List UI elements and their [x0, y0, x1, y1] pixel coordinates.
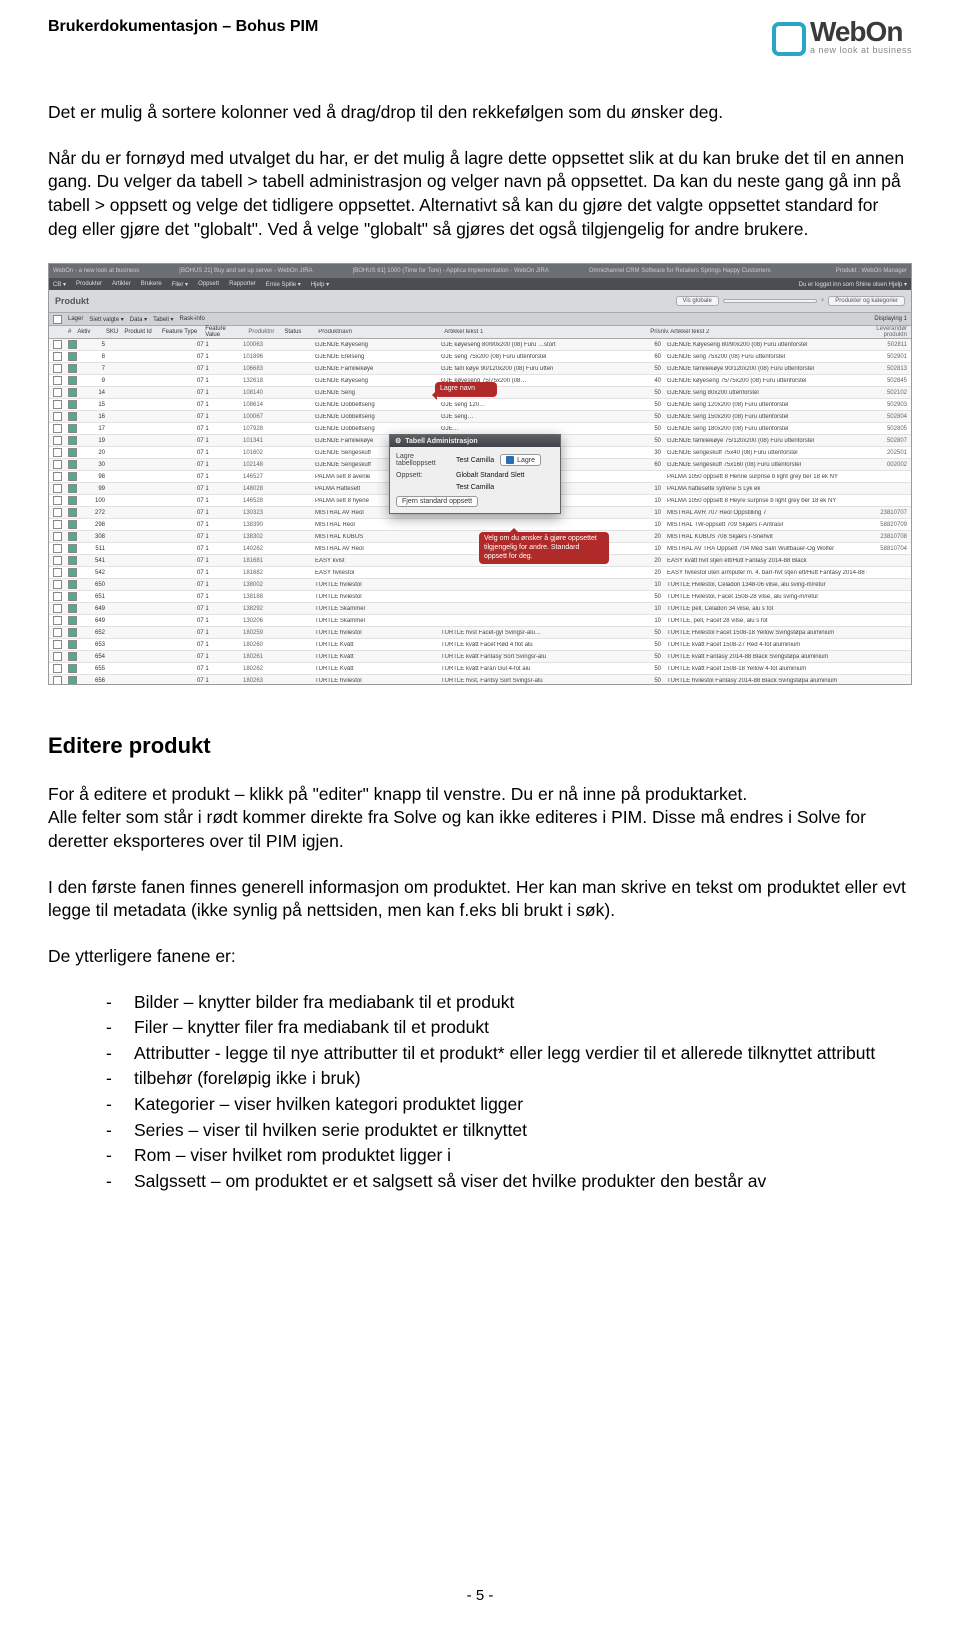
disk-icon — [506, 456, 514, 464]
app-screenshot: WebOn - a new look at business [BOHUS 21… — [48, 263, 912, 685]
table-admin-dialog: ⚙ Tabell Administrasjon Lagre tabellopps… — [389, 434, 561, 514]
app-menubar: CB ▾ Produkter Artikler Brukere Filer ▾ … — [49, 278, 911, 290]
grid-toolbar: Lager Siett valgte ▾ Data ▾ Tabell ▾ Ras… — [49, 313, 911, 326]
logo-name: WebOn — [810, 18, 912, 46]
logo-tagline: a new look at business — [810, 46, 912, 55]
table-row[interactable]: 65207 1180259TURTLE hvilestolTURTLE hvst… — [49, 627, 911, 639]
doc-title: Brukerdokumentasjon – Bohus PIM — [48, 18, 318, 36]
logo-icon — [772, 22, 806, 56]
browser-tabbar: WebOn - a new look at business [BOHUS 21… — [49, 264, 911, 278]
table-row[interactable]: 64907 1138292TURTLE Skammel10TURTLE pell… — [49, 603, 911, 615]
table-row[interactable]: 29807 1138390MISTRAL Reol10MISTRAL TW-op… — [49, 519, 911, 531]
paragraph-general-tab: I den første fanen finnes generell infor… — [48, 876, 912, 923]
panel-title: Produkt — [55, 296, 89, 306]
btn-products-categories[interactable]: Produkter og kategorier — [828, 296, 905, 306]
paragraph-edit-1b: Alle felter som står i rødt kommer direk… — [48, 807, 866, 851]
list-item: Series – viser til hvilken serie produkt… — [106, 1119, 912, 1143]
tabs-list: Bilder – knytter bilder fra mediabank ti… — [48, 991, 912, 1194]
table-row[interactable]: 65007 1138002TURTLE hvilestol10TURTLE Hv… — [49, 579, 911, 591]
table-row[interactable]: 807 1101896GJENDE EfelsengGJE seng 75x20… — [49, 351, 911, 363]
grid-columns: # Aktiv SKU Produkt Id Feature Type Feat… — [49, 326, 911, 339]
list-item: Salgssett – om produktet er et salgsett … — [106, 1170, 912, 1194]
table-row[interactable]: 65607 1180263TURTLE hvilestolTURTLE hvst… — [49, 675, 911, 685]
layout-row[interactable]: Test Camilla — [456, 484, 494, 491]
table-row[interactable]: 1607 1100067GJENDE DobbeltsengGJE seng…5… — [49, 411, 911, 423]
list-item: tilbehør (foreløpig ikke i bruk) — [106, 1067, 912, 1091]
paragraph-sort: Det er mulig å sortere kolonner ved å dr… — [48, 101, 912, 125]
paragraph-save-layout: Når du er fornøyd med utvalget du har, e… — [48, 147, 912, 242]
edit-product-section: Editere produkt For å editere et produkt… — [0, 685, 960, 1193]
page-header: Brukerdokumentasjon – Bohus PIM WebOn a … — [0, 0, 960, 61]
save-button[interactable]: Lagre — [500, 454, 541, 466]
table-row[interactable]: 1507 1108614GJENDE DobbeltsengGJE seng 1… — [49, 399, 911, 411]
list-item: Bilder – knytter bilder fra mediabank ti… — [106, 991, 912, 1015]
table-row[interactable]: 54207 1181682EASY hvilestol20EASY hviles… — [49, 567, 911, 579]
table-row[interactable]: 65507 1180262TURTLE KvåttTURTLE kvått Fa… — [49, 663, 911, 675]
panel-toolbar: Produkt Vis globale × Produkter og kateg… — [49, 290, 911, 313]
page-number: - 5 - — [0, 1587, 960, 1604]
paragraph-edit-1a: For å editere et produkt – klikk på "edi… — [48, 784, 747, 804]
list-item: Rom – viser hvilket rom produktet ligger… — [106, 1144, 912, 1168]
intro-section: Det er mulig å sortere kolonner ved å dr… — [0, 61, 960, 241]
layout-name-input[interactable]: Test Camilla — [456, 457, 494, 464]
btn-show-global[interactable]: Vis globale — [676, 296, 719, 306]
list-item: Kategorier – viser hvilken kategori prod… — [106, 1093, 912, 1117]
heading-edit-product: Editere produkt — [48, 731, 912, 761]
table-row[interactable]: 65107 1138188TURTLE hvilestol50TURTLE Hv… — [49, 591, 911, 603]
table-row[interactable]: 707 1106683GJENDE FamiliekøyeGJE fam køy… — [49, 363, 911, 375]
callout-choose-scope: Velg om du ønsker å gjøre oppsettet tilg… — [479, 532, 609, 564]
table-row[interactable]: 65407 1180261TURTLE KvåttTURTLE kvått Fa… — [49, 651, 911, 663]
gear-icon: ⚙ — [395, 437, 401, 445]
callout-save-name: Lagre navn — [435, 382, 497, 397]
table-row[interactable]: 65307 1180260TURTLE KvåttTURTLE kvått Fa… — [49, 639, 911, 651]
search-input[interactable] — [723, 299, 817, 303]
paragraph-other-tabs: De ytterligere fanene er: — [48, 945, 912, 969]
list-item: Attributter - legge til nye attributter … — [106, 1042, 912, 1066]
table-row[interactable]: 507 1100063GJENDE KøyesengGJE køyeseng 8… — [49, 339, 911, 351]
clear-standard-button[interactable]: Fjern standard oppsett — [396, 496, 478, 507]
list-item: Filer – knytter filer fra mediabank til … — [106, 1016, 912, 1040]
webon-logo: WebOn a new look at business — [772, 18, 912, 55]
table-row[interactable]: 64907 1130206TURTLE Skammel10TURTLE, pel… — [49, 615, 911, 627]
